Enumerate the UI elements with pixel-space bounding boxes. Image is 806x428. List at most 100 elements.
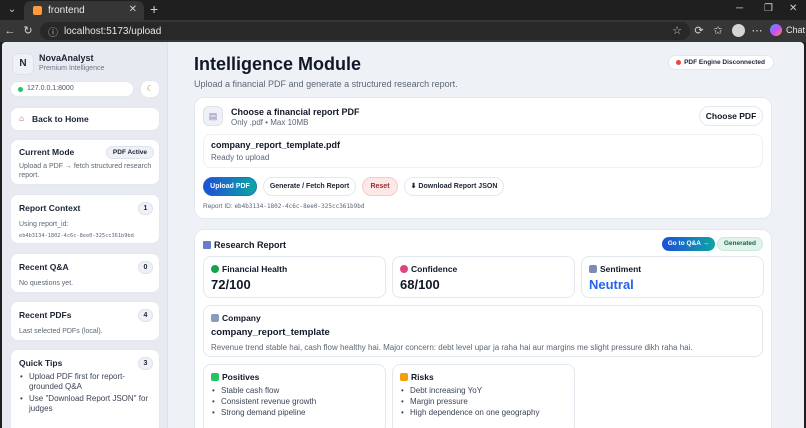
report-id-value: eb4b3134-1802-4c6c-8ee0-325cc361b9bd	[234, 203, 365, 210]
confidence-label: Confidence	[411, 264, 458, 274]
quick-tips-list: Upload PDF first for report-grounded Q&A…	[20, 372, 157, 416]
favorite-star-icon[interactable]: ☆	[672, 24, 682, 37]
back-to-home-label: Back to Home	[32, 114, 89, 124]
address-bar[interactable]: ⓘ localhost:5173/upload ☆	[40, 22, 690, 40]
recent-qa-card: Recent Q&A 0 No questions yet.	[10, 253, 160, 293]
company-card: Company company_report_template Revenue …	[203, 305, 763, 357]
risks-card: Risks Debt increasing YoY Margin pressur…	[392, 364, 575, 428]
site-info-icon[interactable]: ⓘ	[48, 24, 58, 39]
page: N NovaAnalyst Premium Intelligence 127.0…	[2, 42, 804, 428]
report-context-title: Report Context	[19, 203, 81, 213]
upload-title: Choose a financial report PDF	[231, 107, 360, 117]
close-window-icon[interactable]: ✕	[789, 3, 797, 14]
report-context-card: Report Context 1 Using report_id: eb4b31…	[10, 194, 160, 244]
file-name: company_report_template.pdf	[211, 140, 341, 150]
list-item: Margin pressure	[401, 396, 539, 407]
report-id-label: Report ID:	[203, 203, 233, 210]
company-label: Company	[211, 313, 261, 323]
current-mode-card: Current Mode PDF Active Upload a PDF → f…	[10, 139, 160, 185]
list-item: Debt increasing YoY	[401, 385, 539, 396]
selected-file: company_report_template.pdf Ready to upl…	[203, 134, 763, 168]
upload-pdf-button[interactable]: Upload PDF	[203, 177, 257, 196]
maximize-icon[interactable]: ❐	[764, 3, 773, 14]
upload-subtitle: Only .pdf • Max 10MB	[231, 118, 309, 127]
current-mode-title: Current Mode	[19, 147, 75, 157]
positives-card: Positives Stable cash flow Consistent re…	[203, 364, 386, 428]
server-address: 127.0.0.1:8000	[27, 85, 74, 92]
engine-status-text: PDF Engine Disconnected	[684, 59, 765, 66]
reload-icon[interactable]: ↻	[21, 24, 35, 38]
target-icon	[400, 265, 408, 273]
back-arrow-icon[interactable]: ←	[3, 24, 17, 38]
current-mode-text-1: Upload a PDF → fetch structured research	[19, 163, 152, 170]
tab-title: frontend	[48, 5, 85, 16]
tab-search-icon[interactable]: ⌄	[4, 3, 20, 17]
generate-report-button[interactable]: Generate / Fetch Report	[263, 177, 356, 196]
offline-dot-icon	[676, 60, 682, 65]
extensions-icon[interactable]: ⟳	[692, 24, 706, 38]
file-icon: ▤	[203, 106, 223, 126]
more-menu-icon[interactable]: ⋯	[750, 24, 764, 38]
company-name: company_report_template	[211, 327, 330, 338]
recent-pdfs-card[interactable]: Recent PDFs 4 Last selected PDFs (local)…	[10, 301, 160, 341]
upload-panel: ▤ Choose a financial report PDF Only .pd…	[194, 97, 772, 219]
confidence-value: 68/100	[400, 277, 440, 292]
sentiment-value: Neutral	[589, 277, 634, 292]
company-label-text: Company	[222, 313, 261, 323]
page-title: Intelligence Module	[194, 54, 362, 74]
theme-toggle-moon-icon[interactable]: ☾	[140, 80, 160, 98]
browser-toolbar: ← ↻ ⓘ localhost:5173/upload ☆ ⟳ ✩ ⋯ Chat	[0, 20, 806, 42]
current-mode-text-2: report.	[19, 172, 40, 179]
list-item: Use "Download Report JSON" for judges	[20, 394, 157, 414]
research-report-title-text: Research Report	[214, 240, 287, 250]
report-context-id: eb4b3134-1802-4c6c-8ee0-325cc361b9bd	[19, 233, 134, 239]
positives-title-text: Positives	[222, 372, 260, 382]
recent-pdfs-title: Recent PDFs	[19, 310, 72, 320]
favorites-icon[interactable]: ✩	[711, 24, 725, 38]
profile-avatar[interactable]	[732, 24, 745, 37]
go-to-qa-button[interactable]: Go to Q&A →	[661, 237, 715, 251]
risks-title-text: Risks	[411, 372, 434, 382]
choose-pdf-button[interactable]: Choose PDF	[699, 106, 763, 126]
recent-qa-text: No questions yet.	[19, 280, 74, 287]
financial-health-label: Financial Health	[222, 264, 288, 274]
heart-icon	[211, 265, 219, 273]
page-subtitle: Upload a financial PDF and generate a st…	[194, 79, 458, 89]
quick-tips-card: Quick Tips 3 Upload PDF first for report…	[10, 349, 160, 428]
brand-subtitle: Premium Intelligence	[39, 65, 105, 72]
list-item: Consistent revenue growth	[212, 396, 316, 407]
report-id: Report ID: eb4b3134-1802-4c6c-8ee0-325cc…	[203, 203, 364, 210]
bar-chart-icon	[203, 241, 211, 249]
warning-icon	[400, 373, 408, 381]
server-status: 127.0.0.1:8000	[10, 81, 134, 97]
report-context-count: 1	[138, 202, 153, 215]
new-tab-icon[interactable]: +	[150, 1, 158, 17]
favicon-icon	[33, 6, 42, 15]
chart-icon	[589, 265, 597, 273]
home-icon: ⌂	[19, 114, 24, 123]
metric-label: Sentiment	[589, 264, 641, 274]
brand-logo: N	[12, 53, 34, 75]
recent-qa-count: 0	[138, 261, 153, 274]
list-item: Stable cash flow	[212, 385, 316, 396]
reset-button[interactable]: Reset	[362, 177, 398, 196]
close-tab-icon[interactable]: ✕	[129, 4, 137, 15]
confidence-card: Confidence 68/100	[392, 256, 575, 298]
recent-pdfs-text: Last selected PDFs (local).	[19, 328, 103, 335]
engine-status-badge: PDF Engine Disconnected	[668, 55, 774, 70]
browser-tab[interactable]: frontend ✕	[24, 1, 144, 20]
back-to-home-button[interactable]: ⌂ Back to Home	[10, 107, 160, 131]
browser-tab-strip: ⌄ frontend ✕ + ─ ❐ ✕	[0, 0, 806, 20]
download-json-button[interactable]: ⬇ Download Report JSON	[404, 177, 504, 196]
mode-badge: PDF Active	[105, 146, 154, 159]
list-item: High dependence on one geography	[401, 407, 539, 418]
chat-label[interactable]: Chat	[786, 25, 805, 35]
copilot-icon[interactable]	[770, 24, 782, 36]
building-icon	[211, 314, 219, 322]
main-content: Intelligence Module Upload a financial P…	[168, 42, 804, 428]
minimize-icon[interactable]: ─	[736, 3, 743, 14]
brand-name: NovaAnalyst	[39, 53, 94, 63]
url-text[interactable]: localhost:5173/upload	[64, 26, 161, 37]
list-item: Strong demand pipeline	[212, 407, 316, 418]
positives-list: Stable cash flow Consistent revenue grow…	[212, 385, 316, 418]
